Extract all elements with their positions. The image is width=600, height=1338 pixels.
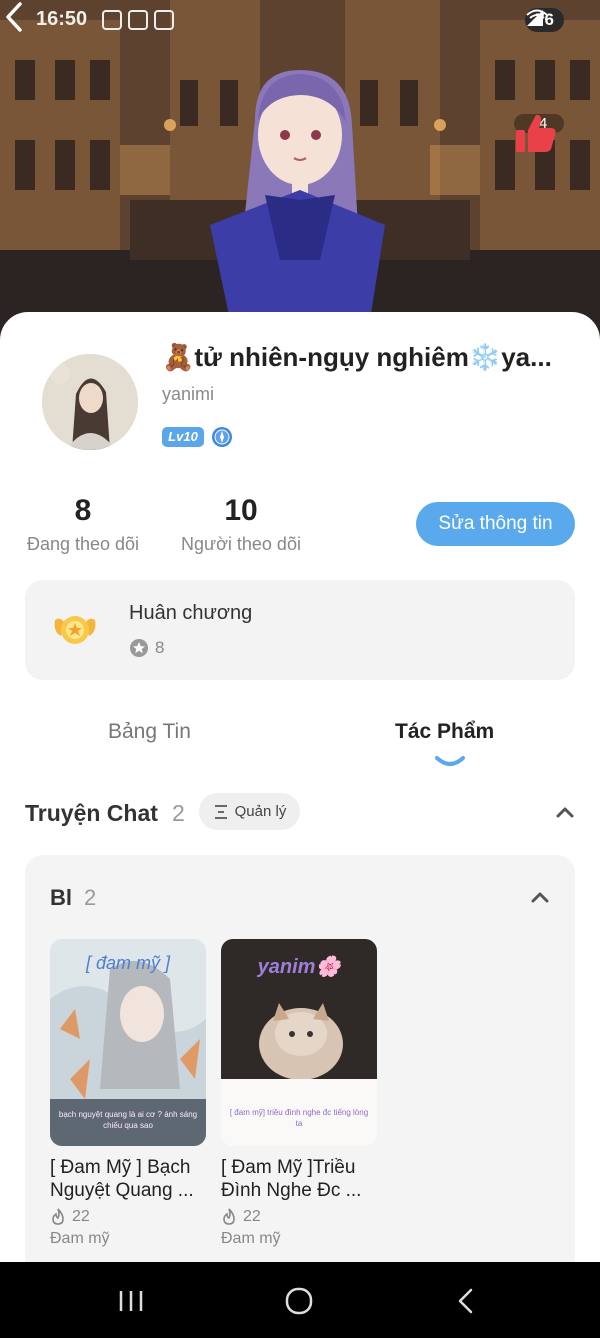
story-card[interactable]: yanim🌸 [ đam mỹ] triều đình nghe đc tiến…	[221, 939, 377, 1248]
recent-apps-icon[interactable]	[116, 1286, 146, 1316]
cover-heading: yanim🌸	[257, 954, 345, 978]
avatar[interactable]	[42, 354, 138, 450]
flame-icon	[223, 1208, 235, 1225]
manage-button[interactable]: Quản lý	[199, 793, 300, 830]
story-genre: Đam mỹ	[50, 1230, 110, 1247]
sort-icon	[214, 804, 227, 819]
medals-title: Huân chương	[129, 602, 253, 624]
manage-label: Quản lý	[234, 803, 287, 820]
profile-screen: 16:50 76 🧸tử nhiên-ngụy nghiêm❄️ya... ya…	[0, 0, 600, 1338]
chat-stories-count: 2	[172, 800, 185, 826]
medals-card[interactable]: Huân chương 8	[25, 580, 575, 680]
medals-count: 8	[155, 638, 165, 657]
story-cover: [ đam mỹ ] bạch nguyệt quang là ai cơ ? …	[50, 939, 206, 1146]
status-bar: 16:50 76	[0, 0, 600, 40]
back-arrow-icon[interactable]	[0, 0, 30, 34]
edit-profile-button[interactable]: Sửa thông tin	[416, 502, 575, 546]
signal-icon	[527, 10, 544, 26]
story-title: [ Đam Mỹ ]Triều Đình Nghe Đc ...	[221, 1157, 362, 1201]
system-status: 76	[525, 8, 564, 32]
story-reads: 22	[72, 1208, 90, 1225]
following-stat[interactable]: 8 Đang theo dõi	[24, 494, 142, 555]
cover-illustration	[0, 0, 600, 340]
story-group-card: Bl 2 [ đam mỹ ] bạch nguyệt quang là ai …	[25, 855, 575, 1262]
following-label: Đang theo dõi	[26, 534, 140, 554]
avatar-image	[42, 354, 138, 450]
like-button[interactable]: 44	[514, 112, 564, 152]
story-reads-row: 22	[50, 1208, 206, 1226]
story-cover-art: [ đam mỹ ] bạch nguyệt quang là ai cơ ? …	[50, 939, 206, 1146]
active-tab-indicator	[435, 756, 465, 766]
display-name: 🧸tử nhiên-ngụy nghiêm❄️ya...	[162, 342, 552, 372]
following-count: 8	[74, 494, 92, 527]
medal-icon	[54, 616, 96, 644]
profile-sheet: 🧸tử nhiên-ngụy nghiêm❄️ya... yanimi Lv10…	[0, 312, 600, 1262]
story-reads: 22	[243, 1208, 261, 1225]
notification-icons	[102, 10, 174, 30]
group-collapse-chevron-icon[interactable]	[530, 890, 550, 904]
level-badge: Lv10	[162, 427, 204, 447]
story-reads-row: 22	[221, 1208, 377, 1226]
verified-badge-icon[interactable]	[211, 426, 233, 448]
medals-count-row: 8	[129, 638, 164, 658]
story-cover: yanim🌸 [ đam mỹ] triều đình nghe đc tiến…	[221, 939, 377, 1146]
followers-stat[interactable]: 10 Người theo dõi	[178, 494, 304, 555]
followers-count: 10	[224, 494, 258, 527]
collapse-chevron-icon[interactable]	[555, 805, 575, 819]
story-title: [ Đam Mỹ ] Bạch Nguyệt Quang ...	[50, 1157, 194, 1201]
status-time: 16:50	[36, 8, 88, 30]
gallery-icon	[102, 10, 122, 30]
followers-label: Người theo dõi	[181, 534, 301, 554]
cover-caption: [ đam mỹ] triều đình nghe đc tiếng lòng …	[229, 1108, 369, 1128]
youtube-icon	[154, 10, 174, 30]
tab-news[interactable]: Bảng Tin	[108, 720, 191, 744]
username: yanimi	[162, 384, 215, 404]
tab-works[interactable]: Tác Phẩm	[395, 720, 494, 744]
system-navigation-bar	[0, 1262, 600, 1338]
star-badge-icon	[130, 639, 148, 657]
group-title: Bl	[50, 885, 72, 910]
profile-cover: 16:50 76	[0, 0, 600, 340]
system-back-icon[interactable]	[452, 1286, 482, 1316]
cover-heading: [ đam mỹ ]	[85, 953, 171, 973]
story-genre: Đam mỹ	[221, 1230, 281, 1247]
flame-icon	[52, 1208, 64, 1225]
lock-icon	[128, 10, 148, 30]
group-count: 2	[84, 885, 97, 910]
cover-caption: bạch nguyệt quang là ai cơ ? ánh sáng ch…	[58, 1110, 198, 1130]
home-icon[interactable]	[284, 1286, 314, 1316]
story-card[interactable]: [ đam mỹ ] bạch nguyệt quang là ai cơ ? …	[50, 939, 206, 1248]
chat-stories-title: Truyện Chat	[25, 800, 158, 826]
story-cover-art: yanim🌸 [ đam mỹ] triều đình nghe đc tiến…	[221, 939, 377, 1146]
thumbs-up-icon	[516, 114, 556, 152]
